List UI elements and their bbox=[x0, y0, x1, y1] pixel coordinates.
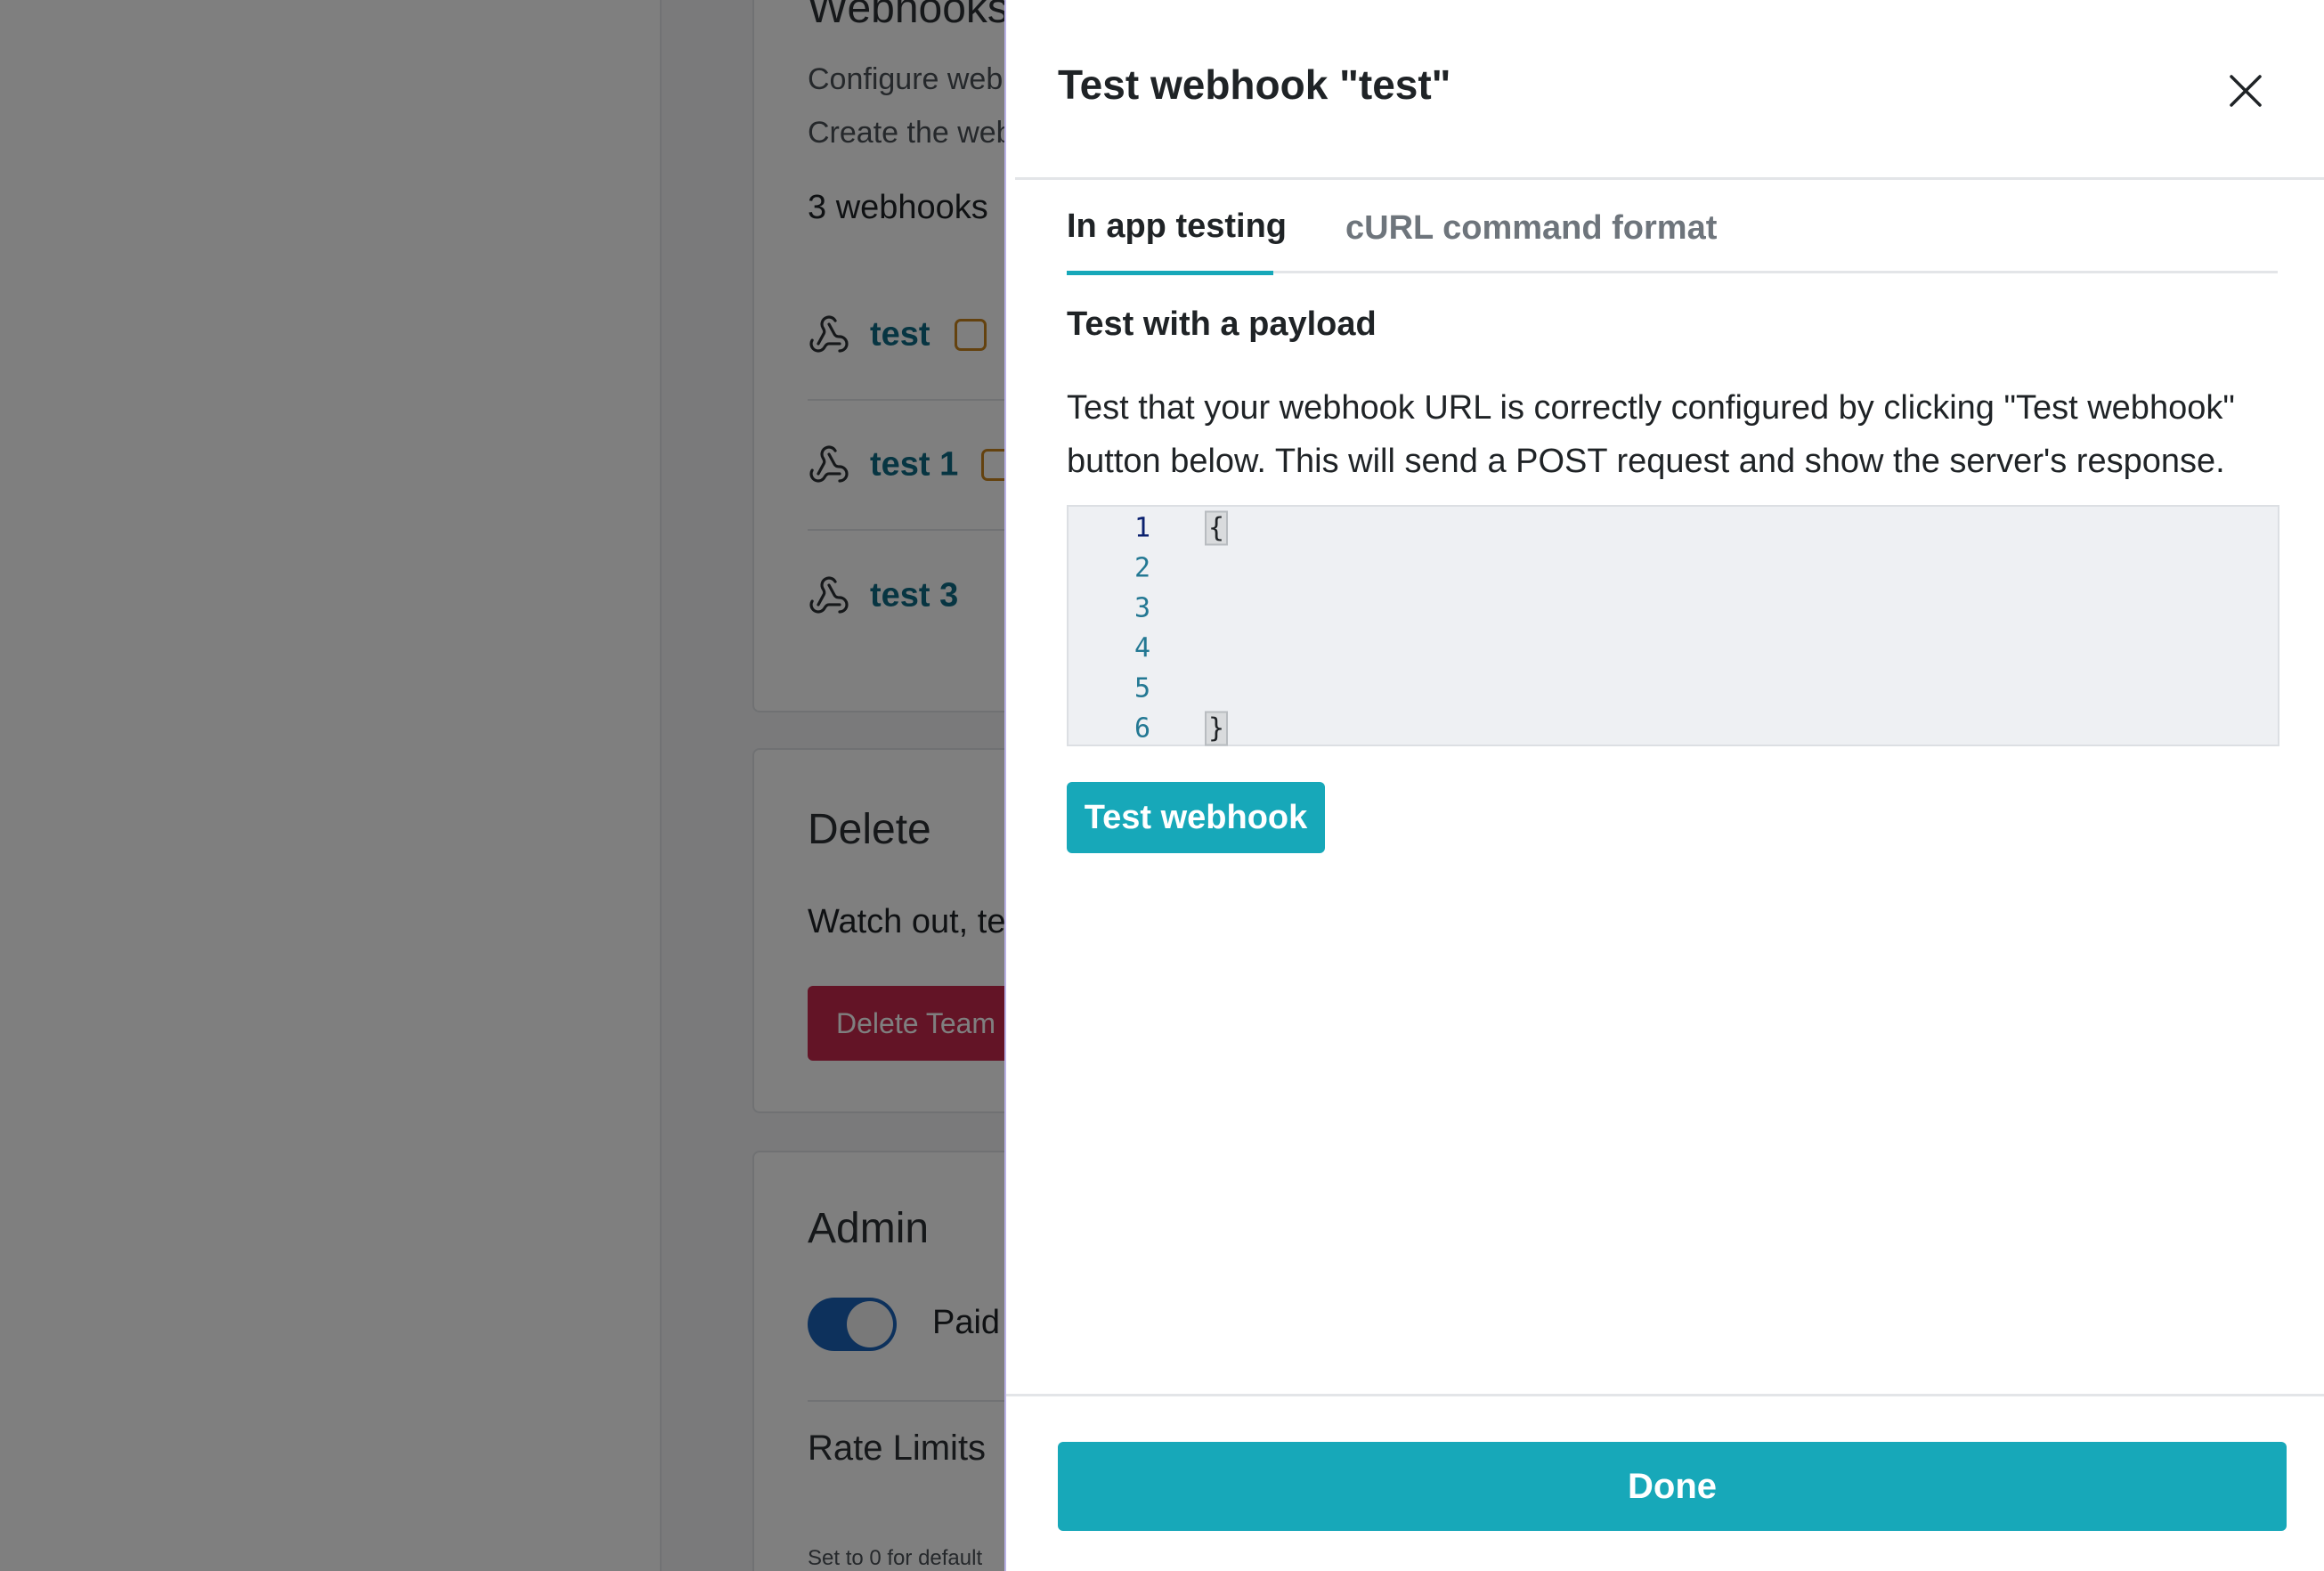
done-button[interactable]: Done bbox=[1058, 1442, 2287, 1531]
close-icon bbox=[2230, 75, 2262, 107]
code-text: } bbox=[1204, 711, 1229, 745]
line-number: 5 bbox=[1134, 672, 1150, 704]
code-line: 1 { bbox=[1069, 508, 2278, 548]
code-line: 5 bbox=[1069, 668, 2278, 708]
code-line: 2 bbox=[1069, 548, 2278, 588]
code-line: 3 bbox=[1069, 588, 2278, 628]
section-title: Test with a payload bbox=[1067, 305, 1377, 343]
line-number: 4 bbox=[1134, 632, 1150, 663]
tab-curl-command-format[interactable]: cURL command format bbox=[1345, 183, 1717, 273]
line-number: 1 bbox=[1134, 512, 1150, 543]
payload-code-editor[interactable]: 1 { 2 3 4 5 6 } bbox=[1067, 505, 2279, 746]
tab-bar: In app testing cURL command format bbox=[1067, 183, 2278, 275]
code-line: 6 } bbox=[1069, 708, 2278, 748]
code-text: { bbox=[1204, 510, 1229, 545]
line-number: 2 bbox=[1134, 552, 1150, 583]
close-button[interactable] bbox=[2217, 62, 2274, 119]
code-line: 4 bbox=[1069, 628, 2278, 668]
header-divider bbox=[1015, 177, 2324, 180]
modal-title: Test webhook "test" bbox=[1058, 61, 1451, 108]
line-number: 3 bbox=[1134, 592, 1150, 623]
test-webhook-button[interactable]: Test webhook bbox=[1067, 782, 1325, 853]
tab-in-app-testing[interactable]: In app testing bbox=[1067, 183, 1287, 275]
test-webhook-modal: Test webhook "test" In app testing cURL … bbox=[1004, 0, 2324, 1571]
line-number: 6 bbox=[1134, 712, 1150, 744]
section-description: Test that your webhook URL is correctly … bbox=[1067, 389, 2235, 480]
footer-divider bbox=[1006, 1394, 2324, 1396]
